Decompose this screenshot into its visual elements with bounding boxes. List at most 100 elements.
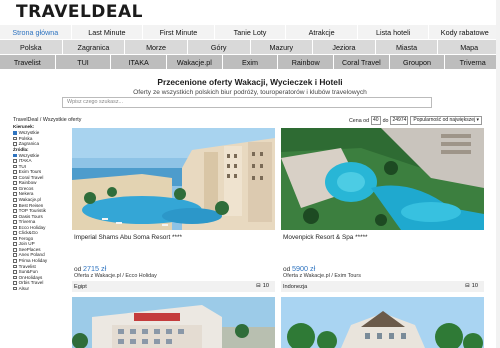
filter-checkbox[interactable] xyxy=(13,192,17,197)
nav-map[interactable]: Mapa xyxy=(438,40,500,54)
nav-lakes[interactable]: Jeziora xyxy=(313,40,376,54)
filter-checkbox[interactable] xyxy=(13,153,17,158)
filter-checkbox[interactable] xyxy=(13,175,17,180)
offer-card[interactable] xyxy=(281,297,484,348)
price-amount: 5900 zł xyxy=(292,264,316,273)
offer-name[interactable]: Movenpick Resort & Spa ***** xyxy=(283,234,368,241)
sort-select[interactable]: Popularność od największej ▾ xyxy=(410,116,482,125)
nav-mazury[interactable]: Mazury xyxy=(251,40,314,54)
nav-poland[interactable]: Polska xyxy=(0,40,63,54)
filter-checkbox[interactable] xyxy=(13,159,17,163)
filter-checkbox[interactable] xyxy=(13,253,17,258)
page-subtitle: Oferty ze wszystkich polskich biur podró… xyxy=(133,89,367,96)
offer-image[interactable] xyxy=(281,297,484,348)
suitcase-icon: ⊟ xyxy=(256,283,261,289)
filter-checkbox[interactable] xyxy=(13,181,17,185)
offer-card[interactable]: Movenpick Resort & Spa ***** od 5900 zł … xyxy=(281,128,484,292)
nav-first-minute[interactable]: First Minute xyxy=(143,25,215,39)
filter-checkbox[interactable] xyxy=(13,242,17,246)
offer-price: od 5900 zł xyxy=(283,264,315,273)
price-min-input[interactable]: 40 xyxy=(371,116,381,125)
price-prefix: od xyxy=(74,266,82,273)
nav-row-operators: Travelist TUI ITAKA Wakacje.pl Exim Rain… xyxy=(0,54,500,69)
filter-checkbox[interactable] xyxy=(13,130,17,135)
filter-checkbox[interactable] xyxy=(13,220,17,224)
offer-card[interactable]: Imperial Shams Abu Soma Resort **** od 2… xyxy=(72,128,275,292)
filter-checkbox[interactable] xyxy=(13,231,17,235)
filter-checkbox[interactable] xyxy=(13,225,17,230)
site-logo[interactable]: TRAVELDEAL xyxy=(16,2,143,22)
filter-checkbox[interactable] xyxy=(13,281,17,285)
nav-cities[interactable]: Miasta xyxy=(376,40,439,54)
filter-checkbox[interactable] xyxy=(13,186,17,191)
breadcrumb[interactable]: TravelDeal / Wszystkie oferty xyxy=(13,117,81,123)
nav-row-destinations: Polska Zagranica Morze Góry Mazury Jezio… xyxy=(0,39,500,54)
filter-checkbox[interactable] xyxy=(13,209,17,213)
nav-hotel-list[interactable]: Lista hoteli xyxy=(358,25,430,39)
filter-option[interactable]: Alsur xyxy=(13,286,65,292)
price-from-label: Cena od xyxy=(348,117,370,124)
offer-source: Oferta z Wakacje.pl / Exim Tours xyxy=(283,273,361,279)
filter-checkbox[interactable] xyxy=(13,247,17,252)
nav-abroad[interactable]: Zagranica xyxy=(63,40,126,54)
filter-checkbox[interactable] xyxy=(13,142,17,146)
offer-image[interactable] xyxy=(281,128,484,230)
nav-coral-travel[interactable]: Coral Travel xyxy=(334,55,390,69)
nav-triverna[interactable]: Triverna xyxy=(445,55,500,69)
page-title: Przecenione oferty Wakacji, Wycieczek i … xyxy=(157,77,343,87)
filter-checkbox[interactable] xyxy=(13,170,17,174)
offer-image[interactable] xyxy=(72,297,275,348)
search-input[interactable]: Wpisz czego szukasz... xyxy=(62,97,432,108)
price-max-input[interactable]: 24974 xyxy=(390,116,409,125)
offer-count: ⊟ 10 xyxy=(465,283,478,289)
site-header: TRAVELDEAL xyxy=(0,0,500,24)
offer-footer xyxy=(281,281,484,292)
filter-option-label: Alsur xyxy=(18,285,30,291)
offer-image[interactable] xyxy=(72,128,275,230)
offer-count-value: 10 xyxy=(262,283,269,289)
nav-sea[interactable]: Morze xyxy=(125,40,188,54)
filter-checkbox[interactable] xyxy=(13,259,17,263)
nav-exim[interactable]: Exim xyxy=(223,55,279,69)
filter-checkbox[interactable] xyxy=(13,214,17,219)
page-heading: Przecenione oferty Wakacji, Wycieczek i … xyxy=(0,77,500,96)
nav-groupon[interactable]: Groupon xyxy=(390,55,446,69)
filter-sidebar: Kierunek: Wszystkie Polska Zagranica Źródł… xyxy=(13,124,65,291)
filter-checkbox[interactable] xyxy=(13,286,17,291)
filter-checkbox[interactable] xyxy=(13,275,17,280)
price-to-label: do xyxy=(382,117,389,124)
price-sort-bar: Cena od 40 do 24974 Popularność od najwi… xyxy=(349,116,482,125)
offer-footer xyxy=(72,281,275,292)
offer-name[interactable]: Imperial Shams Abu Soma Resort **** xyxy=(74,234,182,241)
filter-checkbox[interactable] xyxy=(13,236,17,241)
chevron-down-icon: ▾ xyxy=(476,117,479,123)
offer-source: Oferta z Wakacje.pl / Ecco Holiday xyxy=(74,273,157,279)
nav-travelist[interactable]: Travelist xyxy=(0,55,56,69)
filter-checkbox[interactable] xyxy=(13,264,17,269)
price-prefix: od xyxy=(283,266,291,273)
suitcase-icon: ⊟ xyxy=(465,283,470,289)
filter-checkbox[interactable] xyxy=(13,136,17,141)
nav-mountains[interactable]: Góry xyxy=(188,40,251,54)
filter-checkbox[interactable] xyxy=(13,164,17,169)
filter-checkbox[interactable] xyxy=(13,203,17,208)
filter-checkbox[interactable] xyxy=(13,270,17,274)
nav-home[interactable]: Strona główna xyxy=(0,25,72,39)
offer-count: ⊟ 10 xyxy=(256,283,269,289)
nav-rainbow[interactable]: Rainbow xyxy=(278,55,335,69)
nav-row-main: Strona główna Last Minute First Minute T… xyxy=(0,24,500,39)
nav-cheap-flights[interactable]: Tanie Loty xyxy=(215,25,287,39)
nav-itaka[interactable]: ITAKA xyxy=(111,55,168,69)
offer-price: od 2715 zł xyxy=(74,264,106,273)
nav-attractions[interactable]: Atrakcje xyxy=(286,25,358,39)
filter-checkbox[interactable] xyxy=(13,197,17,202)
page-scrollbar[interactable] xyxy=(496,0,500,348)
nav-last-minute[interactable]: Last Minute xyxy=(72,25,144,39)
nav-wakacje[interactable]: Wakacje.pl xyxy=(167,55,223,69)
sort-select-value: Popularność od największej xyxy=(413,117,476,123)
price-amount: 2715 zł xyxy=(83,264,107,273)
nav-discount-codes[interactable]: Kody rabatowe xyxy=(429,25,500,39)
offer-count-value: 10 xyxy=(471,283,478,289)
offer-card[interactable] xyxy=(72,297,275,348)
nav-tui[interactable]: TUI xyxy=(56,55,112,69)
